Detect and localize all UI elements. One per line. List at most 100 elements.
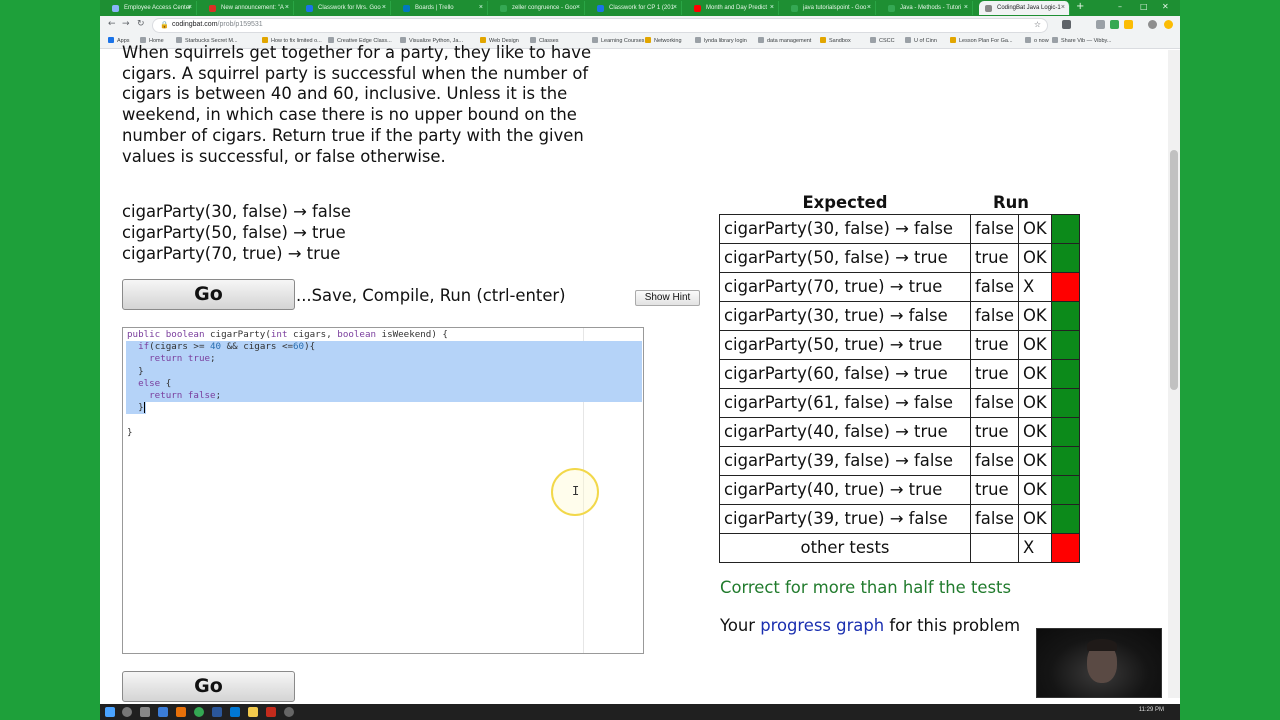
tab-favicon-icon [209,5,216,12]
summary-text: Correct for more than half the tests [720,578,1011,597]
tab-favicon-icon [597,5,604,12]
start-icon[interactable] [105,707,115,717]
status-cell: OK [1018,358,1052,389]
tab-close-icon[interactable]: × [576,1,580,15]
expected-cell: cigarParty(70, true) → true [719,271,971,302]
go-button-bottom[interactable]: Go [122,671,295,702]
tab[interactable]: java tutorialspoint - Goo × [785,1,876,15]
back-icon[interactable]: ← [108,19,116,29]
bookmark-item[interactable]: CSCC [870,37,895,46]
go-button[interactable]: Go [122,279,295,310]
chrome-icon[interactable] [194,707,204,717]
app-icon[interactable] [230,707,240,717]
extension-icon[interactable] [1062,20,1071,29]
tab[interactable]: zeller congruence - Goo × [494,1,585,15]
tab[interactable]: Classwork for CP 1 (201 × [591,1,682,15]
tab-title: CodingBat Java Logic-1 [997,5,1061,11]
forward-icon[interactable]: → [122,19,130,29]
file-explorer-icon[interactable] [248,707,258,717]
bookmark-item[interactable]: data management [758,37,811,46]
browser-window: Employee Access Center × New announcement:… [100,0,1180,720]
word-icon[interactable] [212,707,222,717]
clock: 11:29 PM [1138,707,1164,713]
tab[interactable]: New announcement: "A × [203,1,294,15]
app-icon[interactable] [284,707,294,717]
tab[interactable]: Employee Access Center × [106,1,197,15]
bookmark-item[interactable]: Lesson Plan For Ga... [950,37,1013,46]
tab-close-icon[interactable]: × [285,1,289,15]
scrollbar-thumb[interactable] [1170,150,1178,390]
tab-close-icon[interactable]: × [188,1,192,15]
page-scrollbar[interactable] [1168,50,1180,698]
status-cell: OK [1018,445,1052,476]
problem-description: When squirrels get together for a party,… [122,43,592,166]
extension-icon[interactable] [1164,20,1173,29]
bookmark-item[interactable]: Sandbox [820,37,851,46]
table-row: cigarParty(61, false) → false false OK [719,387,1080,418]
minimize-icon[interactable]: – [1118,2,1122,11]
extension-icon[interactable] [1124,20,1133,29]
url-text: codingbat.com/prob/p159531 [172,21,263,28]
tab[interactable]: Classwork for Mrs. Goo × [300,1,391,15]
tab[interactable]: Java - Methods - Tutori × [882,1,973,15]
table-row: cigarParty(50, false) → true true OK [719,242,1080,273]
tab-title: New announcement: "A [221,5,284,11]
expected-cell: cigarParty(39, false) → false [719,445,971,476]
bookmark-favicon-icon [695,37,701,43]
progress-graph-link[interactable]: progress graph [760,616,884,635]
pass-indicator [1051,445,1080,476]
tab-close-icon[interactable]: × [1061,1,1065,15]
tab-close-icon[interactable]: × [964,1,968,15]
tab-close-icon[interactable]: × [673,1,677,15]
code-text[interactable]: public boolean cigarParty(int cigars, bo… [127,329,448,439]
bookmark-item[interactable]: o now [1025,37,1049,46]
tab-title: Boards | Trello [415,5,454,11]
expected-cell: other tests [719,532,971,563]
bookmark-label: Sandbox [829,38,851,44]
pass-indicator [1051,358,1080,389]
tab[interactable]: Month and Day Predict × [688,1,779,15]
pen-icon[interactable] [1096,20,1105,29]
edge-icon[interactable] [158,707,168,717]
tab[interactable]: CodingBat Java Logic-1 × [979,1,1070,15]
tab-close-icon[interactable]: × [867,1,871,15]
run-cell: false [970,271,1019,302]
tab-close-icon[interactable]: × [479,1,483,15]
apps-icon [108,37,114,43]
save-compile-run-text: ...Save, Compile, Run (ctrl-enter) [296,286,566,305]
address-bar[interactable]: 🔒 codingbat.com/prob/p159531 ☆ [152,18,1048,33]
bookmark-item[interactable]: Share Vib — Vibby... [1052,37,1111,46]
reload-icon[interactable]: ↻ [137,19,145,29]
bookmark-item[interactable]: U of Cinn [905,37,937,46]
status-cell: OK [1018,503,1052,534]
profile-avatar-icon[interactable] [1148,20,1157,29]
new-tab-button[interactable]: + [1076,1,1084,12]
close-window-icon[interactable]: ✕ [1162,2,1169,11]
tab-close-icon[interactable]: × [382,1,386,15]
show-hint-button[interactable]: Show Hint [635,290,700,306]
run-cell: false [970,503,1019,534]
tab[interactable]: Boards | Trello × [397,1,488,15]
maximize-icon[interactable]: □ [1140,2,1148,11]
bookmark-label: data management [767,38,812,44]
app-icon[interactable] [266,707,276,717]
bookmark-star-icon[interactable]: ☆ [1034,20,1041,29]
status-cell: X [1018,532,1052,563]
bookmark-item[interactable]: Networking [645,37,682,46]
expected-cell: cigarParty(30, false) → false [719,213,971,244]
bookmark-favicon-icon [758,37,764,43]
bookmark-item[interactable]: lynda library login [695,37,747,46]
extension-icon[interactable] [1110,20,1119,29]
tab-favicon-icon [500,5,507,12]
firefox-icon[interactable] [176,707,186,717]
pass-indicator [1051,474,1080,505]
status-cell: OK [1018,300,1052,331]
search-icon[interactable] [122,707,132,717]
tab-close-icon[interactable]: × [770,1,774,15]
tab-title: Classwork for CP 1 (201 [609,5,674,11]
expected-cell: cigarParty(40, false) → true [719,416,971,447]
tab-favicon-icon [306,5,313,12]
task-view-icon[interactable] [140,707,150,717]
column-header-expected: Expected [802,193,888,213]
status-cell: X [1018,271,1052,302]
